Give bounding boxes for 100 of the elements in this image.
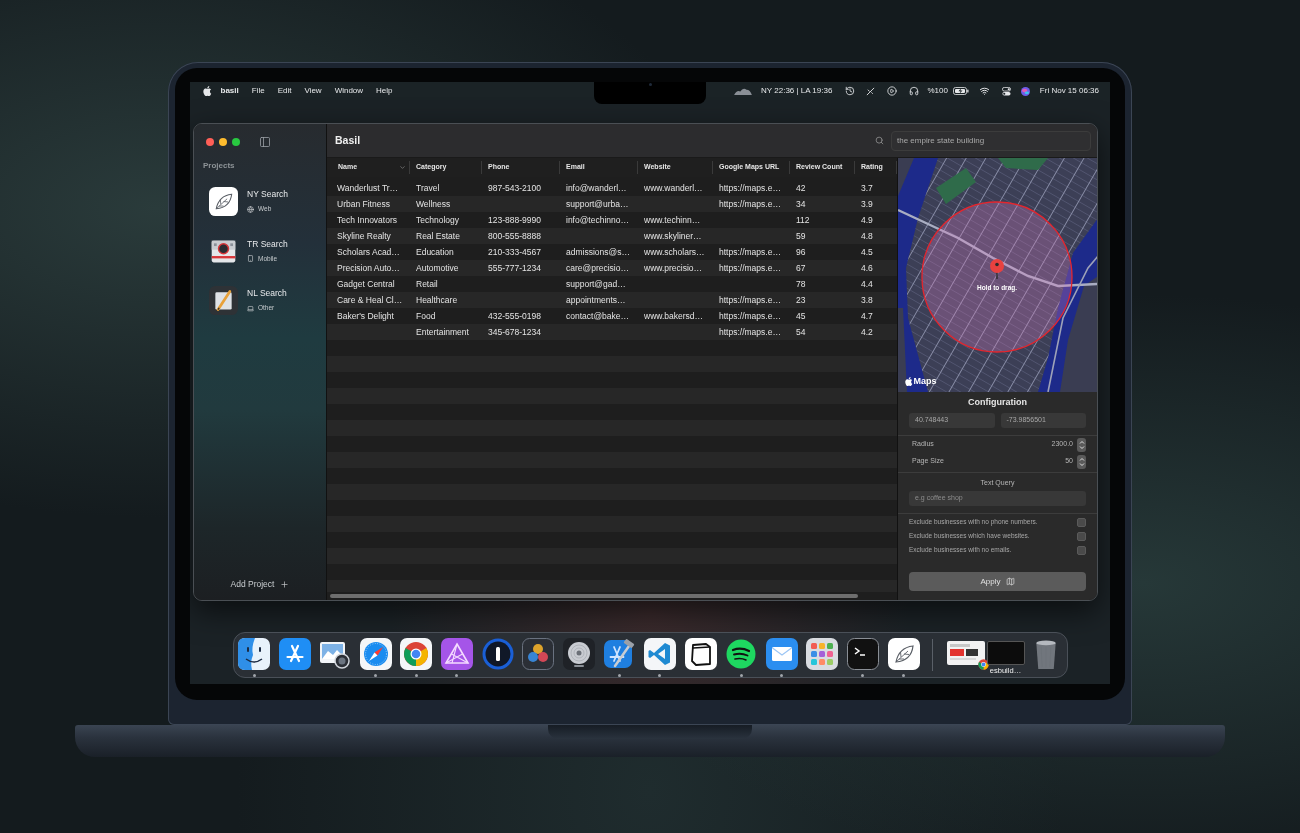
table-cell: 78 xyxy=(796,278,806,289)
window-thumbnail[interactable] xyxy=(946,641,985,665)
three-circles-icon[interactable] xyxy=(522,638,555,670)
table-cell: Wellness xyxy=(416,198,451,209)
table-cell: Travel xyxy=(416,182,440,193)
table-cell: info@wanderl… xyxy=(566,182,627,193)
play-icon[interactable] xyxy=(887,86,898,96)
table-cell: Education xyxy=(416,246,454,257)
table-cell: 4.8 xyxy=(861,230,873,241)
menu-item[interactable]: Window xyxy=(334,85,364,97)
sidebar-toggle-icon[interactable] xyxy=(258,136,272,148)
leaf-icon[interactable] xyxy=(887,638,920,670)
close-button[interactable] xyxy=(206,138,214,146)
cloud-icon[interactable] xyxy=(734,87,753,95)
table-cell: support@urba… xyxy=(566,198,629,209)
table-cell: 4.6 xyxy=(861,262,873,273)
checkbox[interactable] xyxy=(1077,517,1086,527)
table-cell: 555-777-1234 xyxy=(488,262,541,273)
map-drawing[interactable] xyxy=(898,158,1097,392)
face-icon[interactable] xyxy=(238,638,270,670)
sort-chevron-icon[interactable] xyxy=(399,164,406,171)
table-cell: Automotive xyxy=(416,262,459,273)
battery-icon[interactable] xyxy=(952,87,969,95)
search-icon[interactable] xyxy=(875,136,884,145)
triangle-lines-icon[interactable] xyxy=(278,638,311,670)
table-cell: Healthcare xyxy=(416,294,458,305)
terminal-icon[interactable] xyxy=(846,638,879,670)
project-name[interactable]: NY Search xyxy=(247,189,288,200)
checkbox[interactable] xyxy=(1077,545,1086,555)
table-cell: 800-555-8888 xyxy=(488,230,541,241)
map-pin-icon[interactable] xyxy=(990,259,1004,280)
table-cell: Gadget Central xyxy=(337,278,395,289)
table-cell: 3.7 xyxy=(861,182,873,193)
table-cell: 67 xyxy=(796,262,806,273)
map-icon xyxy=(1005,577,1015,586)
table-cell: Care & Heal Cl… xyxy=(337,294,403,305)
sound-waves-icon[interactable] xyxy=(725,638,758,670)
table-cell: 4.9 xyxy=(861,214,873,225)
hammer-icon[interactable] xyxy=(603,638,636,670)
leaf-icon[interactable] xyxy=(209,187,238,216)
table-cell: Scholars Acad… xyxy=(337,246,400,257)
laptop-icon xyxy=(247,304,254,312)
window-thumbnail[interactable] xyxy=(986,641,1025,665)
prism-icon[interactable] xyxy=(440,638,473,670)
table-cell: Wanderlust Tr… xyxy=(337,182,399,193)
slash-icon[interactable] xyxy=(866,86,876,96)
zoom-button[interactable] xyxy=(232,138,240,146)
table-cell: https://maps.e… xyxy=(719,310,781,321)
table-cell: Skyline Realty xyxy=(337,230,391,241)
envelope-icon[interactable] xyxy=(765,638,798,670)
date-time[interactable]: Fri Nov 15 06:36 xyxy=(1039,85,1099,97)
wifi-icon[interactable] xyxy=(978,86,990,96)
clock-arrow-icon[interactable] xyxy=(845,86,856,96)
table-cell: www.scholars… xyxy=(644,246,705,257)
keyhole-circle-icon[interactable] xyxy=(481,638,514,670)
table-cell: Baker's Delight xyxy=(337,310,394,321)
menu-item[interactable]: File xyxy=(251,85,265,97)
table-cell: Tech Innovators xyxy=(337,214,397,225)
table-cell: 4.2 xyxy=(861,326,873,337)
menu-item[interactable]: Help xyxy=(376,85,393,97)
table-cell: 42 xyxy=(796,182,806,193)
window-title: Basil xyxy=(335,132,361,148)
orb-icon[interactable] xyxy=(1020,86,1030,96)
battery-percent[interactable]: %100 xyxy=(927,85,948,97)
compass-icon[interactable] xyxy=(359,638,392,670)
add-project-button[interactable]: Add Project xyxy=(230,578,290,591)
search-field[interactable]: the empire state building xyxy=(891,130,1091,151)
app-grid-icon[interactable] xyxy=(806,638,839,670)
app-menu[interactable]: basil xyxy=(220,85,239,97)
phone-icon xyxy=(247,255,254,262)
apple-logo-icon[interactable] xyxy=(203,86,212,96)
apple-logo-icon xyxy=(905,376,913,386)
menu-item[interactable]: Edit xyxy=(277,85,292,97)
toggles-icon[interactable] xyxy=(1001,86,1011,96)
pencil-icon[interactable] xyxy=(209,286,238,315)
trash-icon[interactable] xyxy=(1033,639,1058,670)
table-cell: www.wanderl… xyxy=(644,182,703,193)
table-cell: 23 xyxy=(796,294,806,305)
table-cell: https://maps.e… xyxy=(719,246,781,257)
table-cell: support@gad… xyxy=(566,278,626,289)
project-name[interactable]: TR Search xyxy=(247,238,288,250)
table-cell: https://maps.e… xyxy=(719,198,781,209)
world-clock[interactable]: NY 22:36 | LA 19:36 xyxy=(761,85,833,97)
project-name[interactable]: NL Search xyxy=(247,288,287,299)
checkbox[interactable] xyxy=(1077,531,1086,541)
scrollbar-thumb[interactable] xyxy=(330,594,858,598)
table-cell: www.techinn… xyxy=(644,214,701,225)
table-cell: 432-555-0198 xyxy=(488,310,541,321)
minimize-button[interactable] xyxy=(219,138,227,146)
table-cell: care@precisio… xyxy=(566,262,629,273)
table-cell: 4.5 xyxy=(861,246,873,257)
table-cell: info@techinno… xyxy=(566,214,629,225)
cube-outline-icon[interactable] xyxy=(684,638,717,670)
headphones-icon[interactable] xyxy=(909,86,920,96)
table-cell: https://maps.e… xyxy=(719,326,781,337)
apply-button[interactable]: Apply xyxy=(909,572,1086,591)
ribbon-icon[interactable] xyxy=(643,638,676,670)
table-cell: Precision Auto… xyxy=(337,262,400,273)
table-cell: Real Estate xyxy=(416,230,460,241)
menu-item[interactable]: View xyxy=(304,85,322,97)
